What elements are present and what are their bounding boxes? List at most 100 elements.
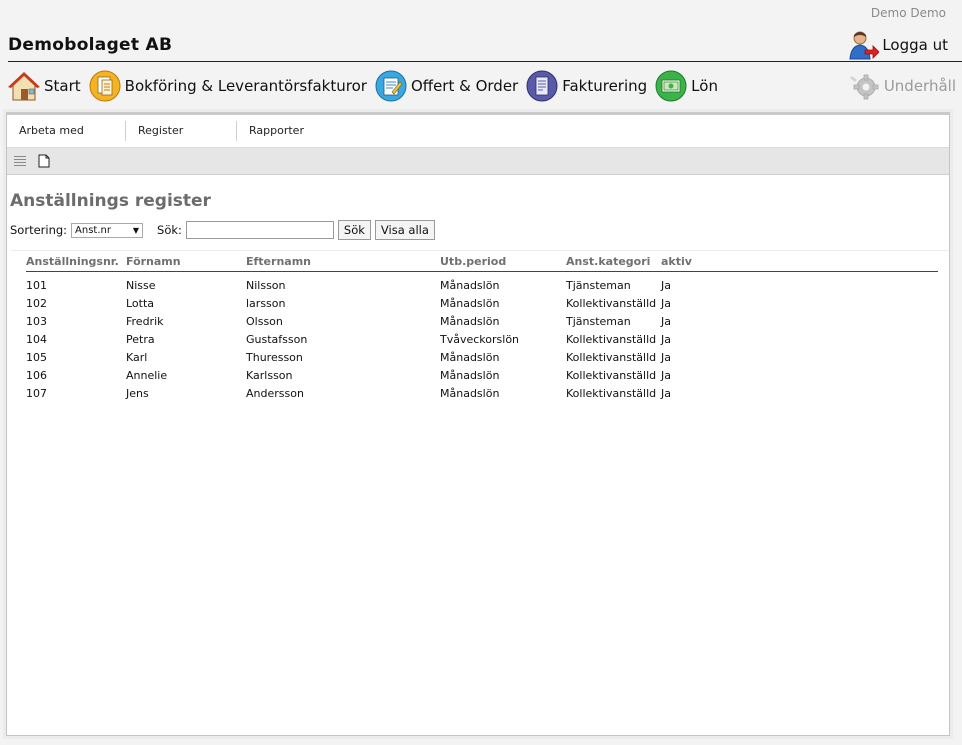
nav-payroll[interactable]: Lön [655, 70, 718, 102]
cell-pay-period: Månadslön [440, 350, 500, 364]
current-user: Demo Demo [870, 6, 946, 20]
new-document-icon [38, 154, 50, 168]
cell-pay-period: Tvåveckorslön [440, 332, 520, 346]
cell-active: Ja [661, 278, 671, 292]
gear-icon [849, 74, 879, 100]
table-row[interactable]: 103 Fredrik Olsson Månadslön Tjänsteman … [26, 312, 938, 330]
cell-last-name: Thuresson [246, 350, 303, 364]
invoice-icon [526, 70, 558, 102]
cell-category: Kollektivanställd [566, 296, 657, 310]
column-header-last-name[interactable]: Efternamn [246, 251, 440, 272]
cell-last-name: Andersson [246, 386, 304, 400]
cell-category: Kollektivanställd [566, 332, 657, 346]
cell-employee-no: 104 [26, 332, 47, 346]
cell-first-name: Nisse [126, 278, 156, 292]
nav-maintenance-label: Underhåll [883, 77, 956, 95]
cell-employee-no: 105 [26, 350, 47, 364]
nav-offer-order-label: Offert & Order [410, 77, 519, 95]
accounting-icon [89, 70, 121, 102]
nav-invoicing[interactable]: Fakturering [526, 70, 647, 102]
cell-last-name: Nilsson [246, 278, 286, 292]
cell-active: Ja [661, 350, 671, 364]
offer-order-icon [375, 70, 407, 102]
nav-maintenance[interactable]: Underhåll [848, 70, 956, 102]
table-row[interactable]: 104 Petra Gustafsson Tvåveckorslön Kolle… [26, 330, 938, 348]
table-header-row: Anställningsnr. Förnamn Efternamn Utb.pe… [26, 251, 938, 272]
home-icon [8, 72, 40, 101]
column-header-first-name[interactable]: Förnamn [126, 251, 246, 272]
user-logout-icon [849, 31, 880, 60]
employee-list-area: Anställningsnr. Förnamn Efternamn Utb.pe… [11, 250, 949, 731]
search-label: Sök: [157, 223, 182, 237]
cell-category: Kollektivanställd [566, 386, 657, 400]
search-row: Sortering: Anst.nr ▼ Sök: Sök Visa alla [10, 220, 949, 240]
cell-first-name: Karl [126, 350, 148, 364]
toolbar [7, 148, 949, 175]
column-header-employee-no[interactable]: Anställningsnr. [26, 251, 126, 272]
table-row[interactable]: 102 Lotta larsson Månadslön Kollektivans… [26, 294, 938, 312]
payroll-icon [655, 70, 687, 102]
content-panel: Arbeta med Register Rapporter Anställnin… [6, 112, 950, 736]
subtab-work-with[interactable]: Arbeta med [7, 121, 126, 141]
sort-select-value: Anst.nr [75, 224, 111, 236]
cell-pay-period: Månadslön [440, 386, 500, 400]
cell-employee-no: 101 [26, 278, 47, 292]
cell-employee-no: 107 [26, 386, 47, 400]
column-header-active[interactable]: aktiv [661, 251, 938, 272]
search-button[interactable]: Sök [337, 220, 371, 240]
show-all-button[interactable]: Visa alla [374, 220, 435, 240]
nav-start-label: Start [44, 77, 81, 95]
column-header-category[interactable]: Anst.kategori [566, 251, 661, 272]
list-view-button[interactable] [12, 153, 28, 169]
cell-category: Kollektivanställd [566, 350, 657, 364]
cell-category: Tjänsteman [566, 278, 631, 292]
cell-first-name: Lotta [126, 296, 155, 310]
sub-navigation: Arbeta med Register Rapporter [7, 115, 949, 148]
table-row[interactable]: 105 Karl Thuresson Månadslön Kollektivan… [26, 348, 938, 366]
cell-last-name: Gustafsson [246, 332, 308, 346]
column-header-pay-period[interactable]: Utb.period [440, 251, 566, 272]
cell-category: Tjänsteman [566, 314, 631, 328]
new-document-button[interactable] [36, 153, 52, 169]
page-title: Anställnings register [10, 191, 211, 211]
nav-start[interactable]: Start [8, 70, 81, 102]
cell-employee-no: 106 [26, 368, 47, 382]
cell-active: Ja [661, 296, 671, 310]
cell-active: Ja [661, 386, 671, 400]
cell-last-name: larsson [246, 296, 286, 310]
cell-category: Kollektivanställd [566, 368, 657, 382]
cell-pay-period: Månadslön [440, 368, 500, 382]
table-row[interactable]: 107 Jens Andersson Månadslön Kollektivan… [26, 384, 938, 402]
chevron-down-icon: ▼ [132, 225, 140, 235]
header-divider [8, 61, 962, 62]
list-icon [14, 156, 26, 166]
nav-offer-order[interactable]: Offert & Order [375, 70, 518, 102]
cell-active: Ja [661, 368, 671, 382]
cell-active: Ja [661, 314, 671, 328]
cell-pay-period: Månadslön [440, 278, 500, 292]
nav-invoicing-label: Fakturering [562, 77, 648, 95]
nav-accounting-label: Bokföring & Leverantörsfakturor [124, 77, 367, 95]
search-input[interactable] [185, 221, 334, 239]
cell-last-name: Karlsson [246, 368, 293, 382]
subtab-reports[interactable]: Rapporter [237, 121, 316, 141]
cell-last-name: Olsson [246, 314, 283, 328]
nav-accounting[interactable]: Bokföring & Leverantörsfakturor [89, 70, 367, 102]
main-navigation: Start Bokföring & Leverantörsfakturor Of… [8, 66, 962, 106]
company-name: Demobolaget AB [8, 35, 173, 55]
cell-first-name: Jens [126, 386, 149, 400]
employee-table: Anställningsnr. Förnamn Efternamn Utb.pe… [26, 251, 938, 402]
cell-first-name: Annelie [126, 368, 168, 382]
cell-employee-no: 102 [26, 296, 47, 310]
logout-button[interactable]: Logga ut [847, 30, 948, 60]
cell-first-name: Fredrik [126, 314, 164, 328]
sort-select[interactable]: Anst.nr ▼ [71, 222, 144, 238]
table-row[interactable]: 101 Nisse Nilsson Månadslön Tjänsteman J… [26, 276, 938, 294]
sort-label: Sortering: [10, 223, 68, 237]
cell-employee-no: 103 [26, 314, 47, 328]
cell-active: Ja [661, 332, 671, 346]
nav-payroll-label: Lön [691, 77, 718, 95]
subtab-register[interactable]: Register [126, 121, 237, 141]
table-row[interactable]: 106 Annelie Karlsson Månadslön Kollektiv… [26, 366, 938, 384]
cell-first-name: Petra [126, 332, 155, 346]
